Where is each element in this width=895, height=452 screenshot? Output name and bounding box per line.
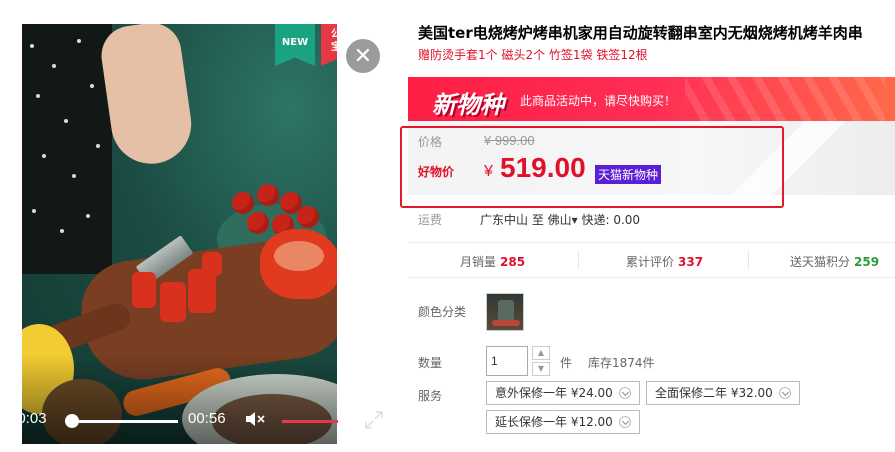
video-scene-pepper: [202, 252, 222, 276]
stat-label: 送天猫积分: [790, 255, 851, 269]
stat-label: 月销量: [460, 255, 497, 269]
current-time: 00:03: [9, 410, 47, 427]
video-scene-pepper: [132, 272, 156, 308]
shipping-label: 运费: [418, 213, 443, 227]
stat-value: 285: [500, 255, 526, 269]
stat-points: 送天猫积分 259: [790, 253, 879, 270]
public-welfare-badge-label: 公益宝贝: [331, 29, 337, 53]
product-subtitle: 赠防烫手套1个 磁头2个 竹签1袋 铁签12根: [418, 48, 648, 62]
price-highlight-box: [400, 126, 784, 208]
video-scene-pepper: [160, 282, 186, 322]
product-title: 美国ter电烧烤炉烤串机家用自动旋转翻串室内无烟烧烤机烤羊肉串: [418, 24, 863, 42]
video-scene-tomato: [232, 192, 254, 214]
volume-icon[interactable]: [244, 410, 266, 428]
service-option-full[interactable]: 全面保修二年 ¥32.00: [646, 381, 800, 405]
product-video-player[interactable]: NEW 公益宝贝 ✕ 00:03 00:56: [0, 24, 390, 452]
promo-subtitle: 此商品活动中，请尽快购买！: [520, 94, 677, 108]
stat-divider: [748, 251, 749, 269]
fullscreen-icon[interactable]: [364, 410, 384, 430]
stat-value: 337: [678, 255, 704, 269]
service-option-label: 全面保修二年 ¥32.00: [655, 386, 773, 400]
video-scene-tomato: [257, 184, 279, 206]
shipping-info[interactable]: 广东中山 至 佛山▾ 快递: 0.00: [480, 211, 640, 228]
video-scene-tomato: [297, 206, 319, 228]
video-frame[interactable]: NEW 公益宝贝: [22, 24, 337, 444]
stat-value: 259: [854, 255, 880, 269]
service-option-extended[interactable]: 延长保修一年 ¥12.00: [486, 410, 640, 434]
quantity-increase-button[interactable]: ▲: [532, 346, 550, 360]
quantity-label: 数量: [418, 356, 443, 370]
color-label: 颜色分类: [418, 305, 467, 319]
quantity-decrease-button[interactable]: ▼: [532, 362, 550, 376]
stat-total-reviews[interactable]: 累计评价 337: [626, 253, 703, 270]
close-icon: ✕: [353, 43, 373, 69]
video-scene-dress: [22, 24, 112, 274]
stat-label: 累计评价: [626, 255, 675, 269]
volume-handle[interactable]: [337, 414, 352, 428]
progress-track[interactable]: [66, 420, 178, 423]
product-info: 美国ter电烧烤炉烤串机家用自动旋转翻串室内无烟烧烤机烤羊肉串 赠防烫手套1个 …: [400, 0, 895, 452]
promo-decoration: [685, 77, 885, 121]
product-page: NEW 公益宝贝 ✕ 00:03 00:56 美国ter电烧烤炉烤串机家: [0, 0, 895, 452]
service-option-label: 延长保修一年 ¥12.00: [495, 415, 613, 429]
color-swatch[interactable]: [486, 293, 524, 331]
chevron-down-icon: [618, 387, 631, 399]
close-video-button[interactable]: ✕: [346, 39, 380, 73]
chevron-down-icon: [778, 387, 791, 399]
stock-count: 库存1874件: [588, 356, 655, 370]
video-controls: 00:03 00:56: [0, 404, 390, 434]
service-option-label: 意外保修一年 ¥24.00: [495, 386, 613, 400]
sales-stats: 月销量 285 累计评价 337 送天猫积分 259: [408, 242, 895, 278]
chevron-up-icon: ▲: [537, 348, 545, 357]
public-welfare-badge: 公益宝贝: [321, 24, 337, 66]
chevron-down-icon: ▼: [537, 364, 545, 373]
quantity-unit: 件: [560, 356, 573, 370]
promo-banner: 新物种 此商品活动中，请尽快购买！: [408, 77, 895, 121]
quantity-input[interactable]: [486, 346, 528, 376]
video-scene-bell-pepper: [260, 229, 337, 299]
chevron-down-icon: [618, 416, 631, 428]
video-scene-tomato: [247, 212, 269, 234]
progress-handle[interactable]: [64, 414, 79, 428]
service-option-accident[interactable]: 意外保修一年 ¥24.00: [486, 381, 640, 405]
promo-title: 新物种: [432, 91, 504, 119]
service-label: 服务: [418, 389, 443, 403]
duration: 00:56: [188, 410, 226, 427]
stat-monthly-sales: 月销量 285: [460, 253, 525, 270]
stat-divider: [578, 251, 579, 269]
